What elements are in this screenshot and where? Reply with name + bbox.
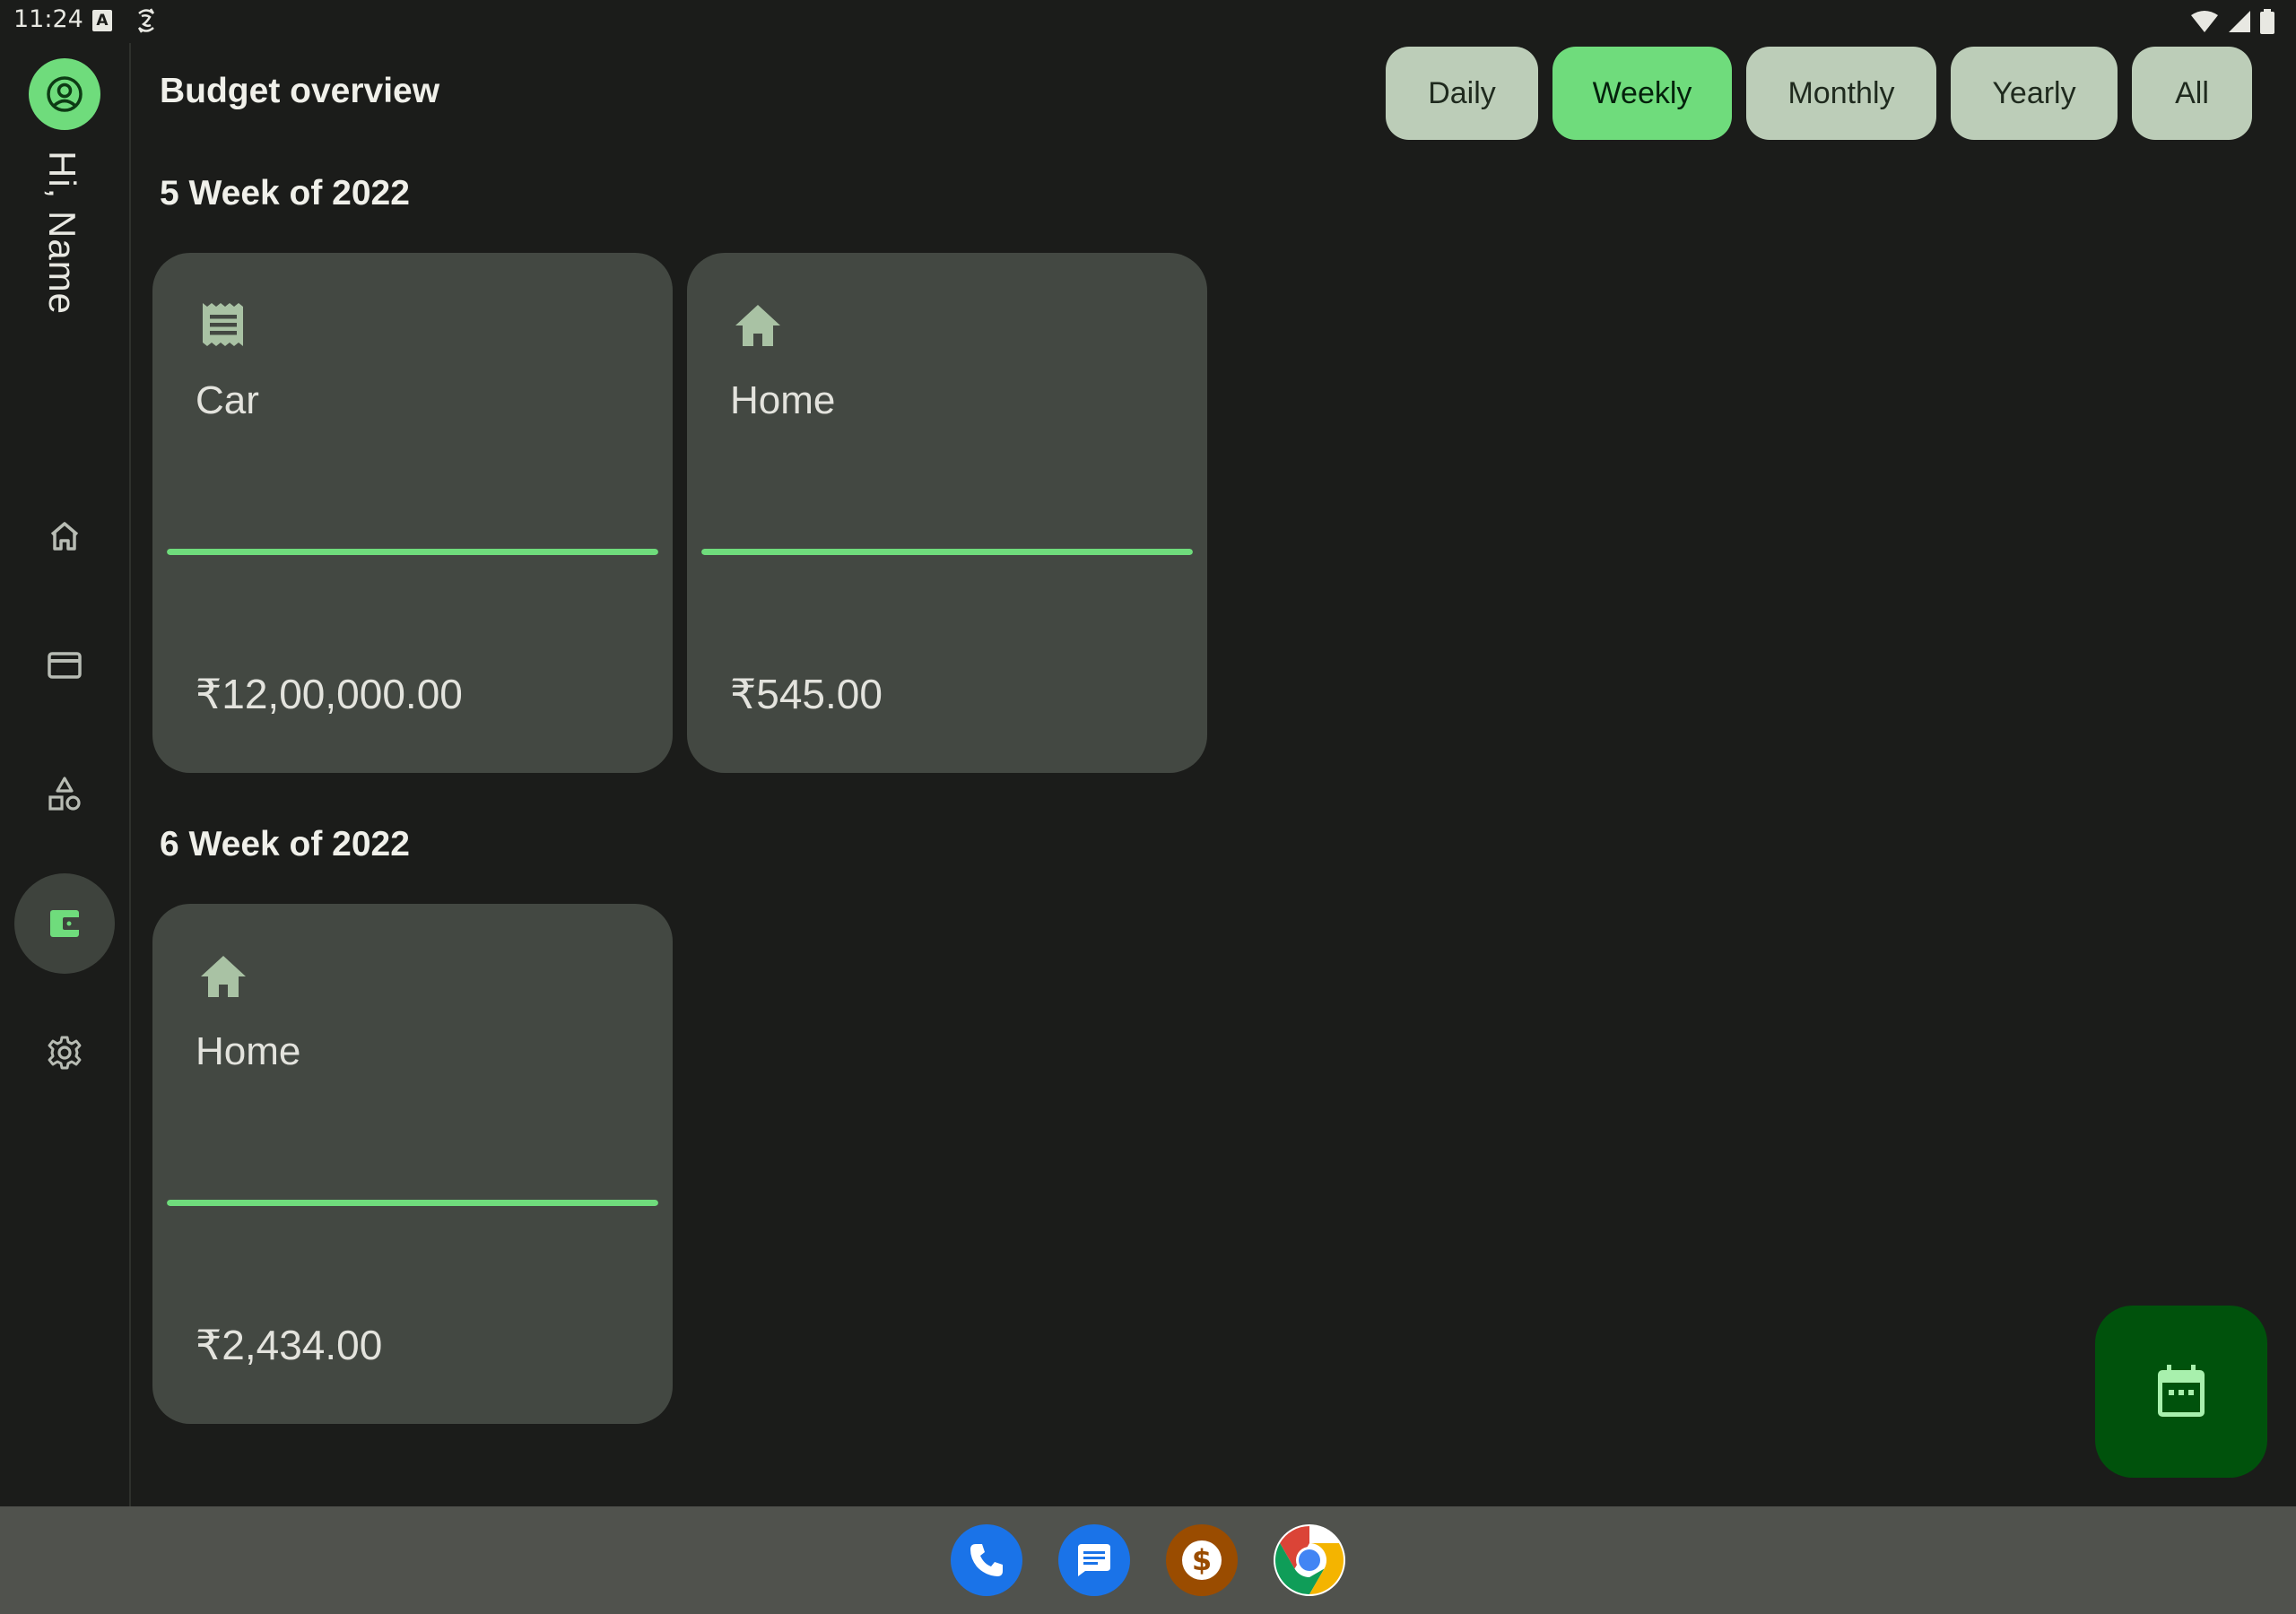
section-title: 5 Week of 2022	[160, 174, 410, 213]
credit-card-icon	[48, 652, 82, 679]
section-title: 6 Week of 2022	[160, 825, 410, 863]
chip-weekly[interactable]: Weekly	[1552, 47, 1732, 140]
message-icon	[1078, 1544, 1110, 1576]
status-time: 11:24	[13, 5, 83, 33]
profile-button[interactable]	[29, 58, 100, 130]
budget-progress-bar	[167, 1200, 658, 1206]
account-circle-icon	[47, 76, 83, 112]
budget-progress-fill	[701, 549, 1193, 555]
budget-progress-bar	[167, 549, 658, 555]
chip-monthly[interactable]: Monthly	[1746, 47, 1936, 140]
rail-item-accounts[interactable]	[14, 615, 115, 716]
calendar-fab[interactable]	[2095, 1306, 2267, 1478]
chip-yearly[interactable]: Yearly	[1951, 47, 2118, 140]
budget-amount: ₹545.00	[730, 671, 883, 717]
status-bar: 11:24 A	[0, 0, 2296, 43]
gear-icon	[48, 1036, 82, 1070]
dock-app-chrome[interactable]	[1274, 1524, 1345, 1596]
receipt-icon	[203, 303, 243, 346]
notification-sync-icon	[137, 8, 155, 33]
calendar-icon	[2158, 1365, 2205, 1417]
chrome-icon	[1275, 1526, 1344, 1594]
shapes-icon	[48, 777, 81, 811]
signal-icon	[2229, 11, 2250, 32]
wifi-icon	[2191, 11, 2218, 32]
house-icon	[201, 956, 246, 997]
svg-text:$: $	[1192, 1543, 1212, 1577]
budget-amount: ₹2,434.00	[196, 1322, 383, 1368]
budget-card[interactable]: Car ₹12,00,000.00	[152, 253, 673, 773]
rail-item-budgets[interactable]	[14, 873, 115, 974]
budget-progress-fill	[167, 1200, 658, 1206]
home-outline-icon	[50, 522, 79, 551]
dock-app-messages[interactable]	[1058, 1524, 1130, 1596]
taskbar: $	[0, 1506, 2296, 1614]
status-icons	[2190, 9, 2274, 34]
budget-card[interactable]: Home ₹545.00	[687, 253, 1207, 773]
dollar-icon: $	[1182, 1540, 1222, 1580]
chip-all[interactable]: All	[2132, 47, 2252, 140]
budget-name: Car	[196, 378, 259, 422]
wallet-icon	[50, 910, 81, 937]
budget-name: Home	[730, 378, 836, 422]
rail-item-home[interactable]	[14, 486, 115, 586]
phone-icon	[970, 1544, 1003, 1576]
battery-icon	[2260, 9, 2274, 34]
rail-item-categories[interactable]	[14, 744, 115, 845]
dock-app-budget[interactable]: $	[1166, 1524, 1238, 1596]
dock-app-phone[interactable]	[951, 1524, 1022, 1596]
rail-item-settings[interactable]	[14, 1002, 115, 1103]
budget-progress-bar	[701, 549, 1193, 555]
house-icon	[735, 305, 780, 346]
budget-progress-fill	[167, 549, 658, 555]
page-title: Budget overview	[160, 72, 440, 110]
navigation-rail: Hi, Name	[0, 43, 131, 1506]
budget-name: Home	[196, 1029, 301, 1073]
budget-amount: ₹12,00,000.00	[196, 671, 463, 717]
notification-a-icon: A	[92, 10, 112, 31]
budget-card[interactable]: Home ₹2,434.00	[152, 904, 673, 1424]
screen: 11:24 A Hi, Name Budget overview Daily W…	[0, 0, 2296, 1614]
chip-daily[interactable]: Daily	[1386, 47, 1538, 140]
greeting-text: Hi, Name	[41, 151, 83, 316]
